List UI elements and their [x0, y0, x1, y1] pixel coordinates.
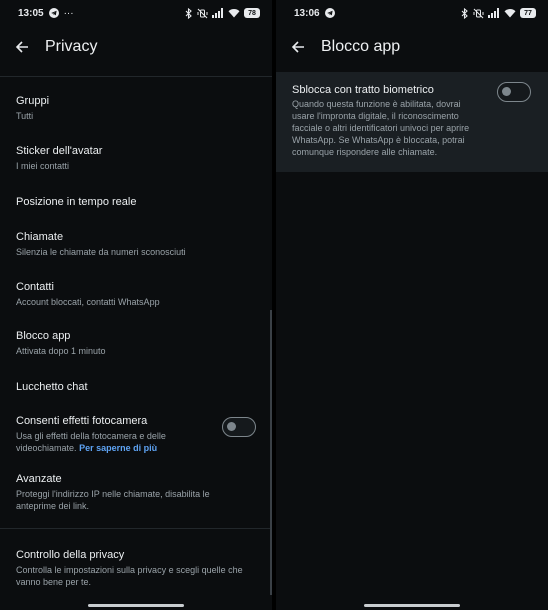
setting-subtitle: Tutti — [16, 111, 34, 121]
back-button[interactable] — [10, 35, 34, 59]
app-bar: Blocco app — [276, 28, 548, 66]
setting-subtitle: I miei contatti — [16, 161, 70, 171]
setting-title: Posizione in tempo reale — [16, 196, 137, 208]
home-indicator[interactable] — [88, 604, 184, 607]
back-button[interactable] — [286, 35, 310, 59]
setting-controllo-privacy[interactable]: Controllo della privacy Controlla le imp… — [0, 540, 272, 596]
setting-title: Avanzate — [16, 473, 62, 485]
setting-title: Contatti — [16, 281, 54, 293]
muted-vibrate-icon — [473, 8, 484, 19]
setting-subtitle: Proteggi l'indirizzo IP nelle chiamate, … — [16, 489, 210, 511]
page-title: Privacy — [45, 38, 98, 55]
setting-posizione-tempo-reale[interactable]: Posizione in tempo reale — [0, 185, 272, 222]
setting-title: Controllo della privacy — [16, 549, 125, 561]
back-arrow-icon — [15, 41, 28, 53]
setting-avanzate[interactable]: Avanzate Proteggi l'indirizzo IP nelle c… — [0, 464, 272, 522]
signal-icon — [488, 8, 500, 18]
setting-contatti[interactable]: Contatti Account bloccati, contatti What… — [0, 272, 272, 321]
setting-title: Lucchetto chat — [16, 381, 88, 393]
setting-gruppi[interactable]: Gruppi Tutti — [0, 86, 272, 136]
blocco-app-screen: 13:06 77 Blocco app Sblocca con tratto b… — [276, 0, 548, 610]
telegram-icon — [48, 8, 59, 18]
bluetooth-icon — [461, 7, 469, 19]
setting-title: Consenti effetti fotocamera — [16, 415, 148, 427]
setting-sticker-avatar[interactable]: Sticker dell'avatar I miei contatti — [0, 136, 272, 185]
camera-effects-toggle[interactable] — [222, 417, 256, 437]
wifi-icon — [228, 8, 240, 18]
setting-effetti-fotocamera[interactable]: Consenti effetti fotocamera Usa gli effe… — [0, 406, 272, 464]
telegram-icon — [324, 8, 335, 18]
back-arrow-icon — [291, 41, 304, 53]
setting-subtitle: Controlla le impostazioni sulla privacy … — [16, 565, 243, 587]
status-time: 13:05 — [18, 7, 44, 19]
setting-subtitle: Attivata dopo 1 minuto — [16, 346, 106, 356]
signal-icon — [212, 8, 224, 18]
setting-title: Chiamate — [16, 231, 64, 243]
setting-title: Sticker dell'avatar — [16, 145, 103, 157]
biometric-unlock-toggle[interactable] — [497, 82, 531, 102]
learn-more-link[interactable]: Per saperne di più — [79, 443, 157, 453]
biometric-setting-card[interactable]: Sblocca con tratto biometrico Quando que… — [276, 72, 548, 172]
toggle-knob — [502, 87, 511, 96]
setting-chiamate[interactable]: Chiamate Silenzia le chiamate da numeri … — [0, 222, 272, 272]
setting-description: Quando questa funzione è abilitata, dovr… — [292, 99, 470, 157]
battery-icon: 78 — [244, 8, 260, 18]
setting-lucchetto-chat[interactable]: Lucchetto chat — [0, 370, 272, 406]
top-divider — [0, 76, 272, 77]
wifi-icon — [504, 8, 516, 18]
setting-title: Sblocca con tratto biometrico — [292, 84, 434, 96]
muted-vibrate-icon — [197, 8, 208, 19]
setting-subtitle: Usa gli effetti della fotocamera e delle… — [16, 430, 186, 454]
status-time: 13:06 — [294, 7, 320, 19]
setting-subtitle: Silenzia le chiamate da numeri sconosciu… — [16, 247, 186, 257]
status-bar: 13:05 ··· 78 — [0, 0, 272, 26]
page-title: Blocco app — [321, 38, 401, 55]
section-divider — [0, 528, 272, 529]
app-bar: Privacy — [0, 28, 272, 66]
setting-title: Gruppi — [16, 95, 50, 107]
setting-subtitle: Account bloccati, contatti WhatsApp — [16, 297, 160, 307]
privacy-screen: 13:05 ··· 78 Privacy Gruppi Tutti Sticke… — [0, 0, 272, 610]
home-indicator[interactable] — [364, 604, 460, 607]
bluetooth-icon — [185, 7, 193, 19]
status-more-dots: ··· — [63, 7, 74, 19]
toggle-knob — [227, 422, 236, 431]
setting-blocco-app[interactable]: Blocco app Attivata dopo 1 minuto — [0, 321, 272, 370]
battery-icon: 77 — [520, 8, 536, 18]
setting-title: Blocco app — [16, 330, 71, 342]
privacy-settings-list: Gruppi Tutti Sticker dell'avatar I miei … — [0, 86, 272, 522]
status-bar: 13:06 77 — [276, 0, 548, 26]
